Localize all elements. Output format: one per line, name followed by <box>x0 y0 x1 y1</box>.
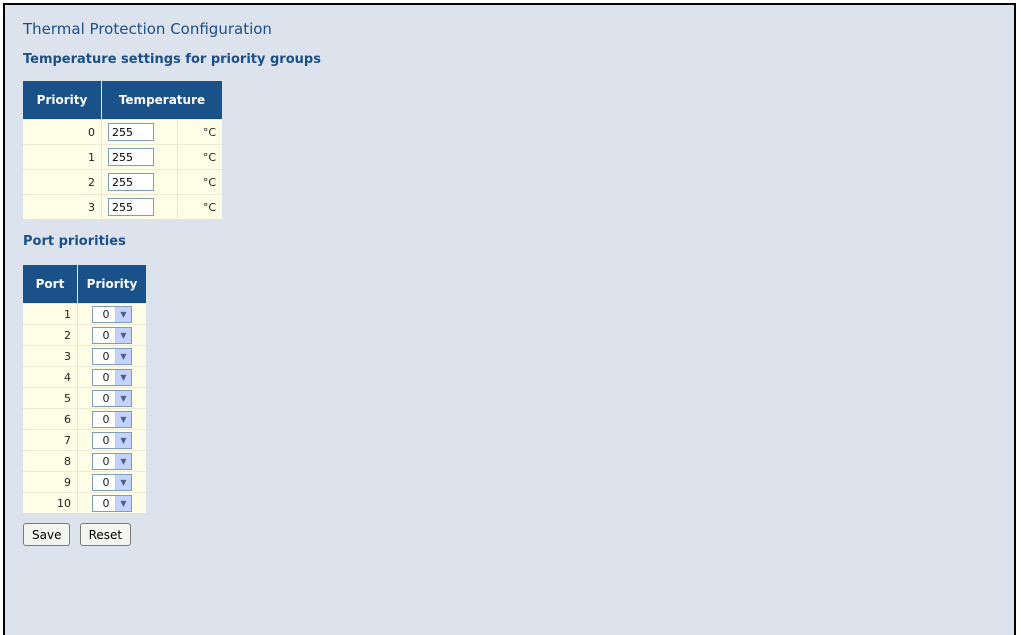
chevron-down-icon[interactable]: ▼ <box>115 495 131 511</box>
select-value: 0 <box>102 328 110 342</box>
column-header-priority: Priority <box>23 81 102 120</box>
priority-select-port-7[interactable]: 0 ▼ <box>92 431 132 449</box>
temperature-section-heading: Temperature settings for priority groups <box>23 52 321 67</box>
chevron-down-icon[interactable]: ▼ <box>115 453 131 469</box>
select-value: 0 <box>102 349 110 363</box>
port-cell: 1 <box>23 303 78 325</box>
port-cell: 5 <box>23 387 78 409</box>
priority-cell: 1 <box>23 144 102 170</box>
chevron-down-icon[interactable]: ▼ <box>115 390 131 406</box>
priority-select-port-6[interactable]: 0 ▼ <box>92 410 132 428</box>
priority-select-port-4[interactable]: 0 ▼ <box>92 368 132 386</box>
select-value: 0 <box>102 454 110 468</box>
priority-cell: 0 ▼ <box>77 492 146 513</box>
unit-cell: °C <box>177 119 222 145</box>
chevron-down-icon[interactable]: ▼ <box>115 348 131 364</box>
unit-cell: °C <box>177 194 222 219</box>
priority-cell: 0 ▼ <box>77 429 146 451</box>
table-row: 10 0 ▼ <box>23 492 146 513</box>
priority-cell: 0 ▼ <box>77 345 146 367</box>
priority-select-port-2[interactable]: 0 ▼ <box>92 326 132 344</box>
temperature-cell <box>101 194 178 219</box>
select-value: 0 <box>102 475 110 489</box>
table-row: 2 0 ▼ <box>23 324 146 346</box>
reset-button[interactable]: Reset <box>79 523 132 546</box>
column-header-temperature: Temperature <box>101 81 222 120</box>
temperature-input-1[interactable] <box>108 148 154 166</box>
priority-cell: 0 ▼ <box>77 366 146 388</box>
chevron-down-icon[interactable]: ▼ <box>115 474 131 490</box>
select-value: 0 <box>102 307 110 321</box>
temperature-cell <box>101 119 178 145</box>
table-row: 1 0 ▼ <box>23 303 146 325</box>
unit-cell: °C <box>177 144 222 170</box>
table-row: 2 °C <box>23 169 222 195</box>
temperature-table: Priority Temperature 0 °C 1 °C 2 <box>23 81 222 219</box>
table-row: 0 °C <box>23 119 222 145</box>
priority-select-port-9[interactable]: 0 ▼ <box>92 473 132 491</box>
priority-select-port-10[interactable]: 0 ▼ <box>92 494 132 512</box>
port-priority-table: Port Priority 1 0 ▼ 2 0 ▼ 3 0 ▼ 4 0 ▼ 5 … <box>23 265 146 513</box>
table-row: 5 0 ▼ <box>23 387 146 409</box>
button-bar: Save Reset <box>23 523 321 546</box>
table-row: 9 0 ▼ <box>23 471 146 493</box>
unit-cell: °C <box>177 169 222 195</box>
port-cell: 10 <box>23 492 78 513</box>
port-cell: 9 <box>23 471 78 493</box>
select-value: 0 <box>102 433 110 447</box>
priority-cell: 0 ▼ <box>77 387 146 409</box>
priority-cell: 3 <box>23 194 102 219</box>
port-cell: 8 <box>23 450 78 472</box>
port-cell: 2 <box>23 324 78 346</box>
save-button[interactable]: Save <box>23 523 71 546</box>
port-cell: 3 <box>23 345 78 367</box>
port-cell: 7 <box>23 429 78 451</box>
select-value: 0 <box>102 370 110 384</box>
priority-cell: 0 <box>23 119 102 145</box>
port-cell: 6 <box>23 408 78 430</box>
table-row: 1 °C <box>23 144 222 170</box>
chevron-down-icon[interactable]: ▼ <box>115 369 131 385</box>
priority-select-port-1[interactable]: 0 ▼ <box>92 305 132 323</box>
content: Thermal Protection Configuration Tempera… <box>23 19 321 546</box>
chevron-down-icon[interactable]: ▼ <box>115 327 131 343</box>
priority-select-port-5[interactable]: 0 ▼ <box>92 389 132 407</box>
table-row: 3 0 ▼ <box>23 345 146 367</box>
priority-cell: 2 <box>23 169 102 195</box>
ports-section-heading: Port priorities <box>23 234 126 249</box>
table-row: 4 0 ▼ <box>23 366 146 388</box>
priority-cell: 0 ▼ <box>77 324 146 346</box>
temperature-cell <box>101 169 178 195</box>
page-frame: Thermal Protection Configuration Tempera… <box>3 3 1016 635</box>
priority-cell: 0 ▼ <box>77 408 146 430</box>
temperature-cell <box>101 144 178 170</box>
chevron-down-icon[interactable]: ▼ <box>115 306 131 322</box>
select-value: 0 <box>102 391 110 405</box>
table-row: 7 0 ▼ <box>23 429 146 451</box>
column-header-port: Port <box>23 265 78 304</box>
priority-cell: 0 ▼ <box>77 450 146 472</box>
temperature-input-0[interactable] <box>108 123 154 141</box>
port-cell: 4 <box>23 366 78 388</box>
priority-cell: 0 ▼ <box>77 303 146 325</box>
priority-select-port-3[interactable]: 0 ▼ <box>92 347 132 365</box>
page-title: Thermal Protection Configuration <box>23 20 272 38</box>
column-header-priority: Priority <box>77 265 146 304</box>
table-row: 6 0 ▼ <box>23 408 146 430</box>
chevron-down-icon[interactable]: ▼ <box>115 411 131 427</box>
select-value: 0 <box>102 496 110 510</box>
temperature-input-2[interactable] <box>108 173 154 191</box>
priority-cell: 0 ▼ <box>77 471 146 493</box>
select-value: 0 <box>102 412 110 426</box>
table-row: 3 °C <box>23 194 222 219</box>
temperature-input-3[interactable] <box>108 198 154 216</box>
table-row: 8 0 ▼ <box>23 450 146 472</box>
chevron-down-icon[interactable]: ▼ <box>115 432 131 448</box>
priority-select-port-8[interactable]: 0 ▼ <box>92 452 132 470</box>
